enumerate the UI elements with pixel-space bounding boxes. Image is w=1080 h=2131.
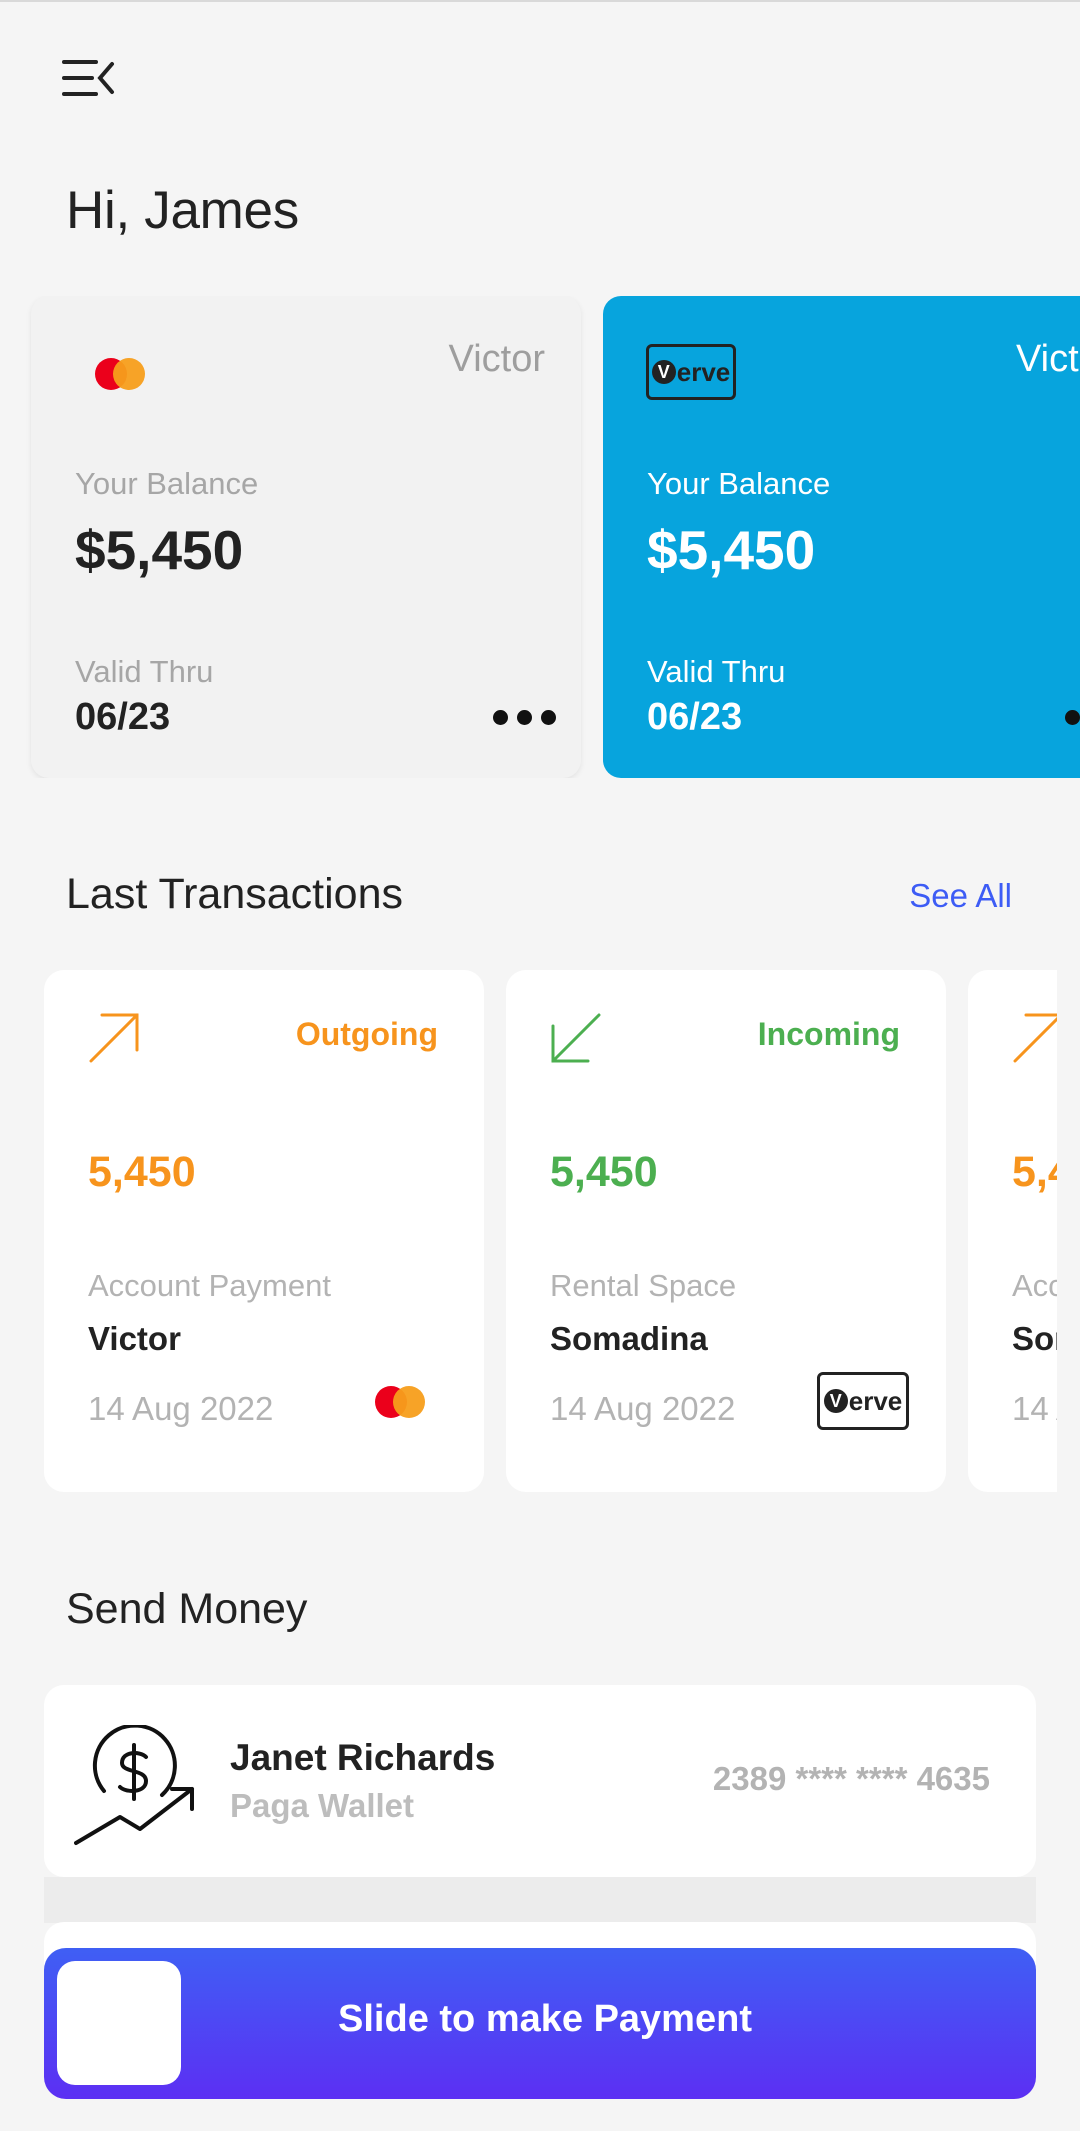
mastercard-logo-icon <box>95 358 145 390</box>
valid-thru-value: 06/23 <box>647 696 743 738</box>
slide-to-pay-slider[interactable]: Slide to make Payment <box>44 1948 1036 2099</box>
balance-label: Your Balance <box>647 466 831 501</box>
transaction-description: Account Payment <box>1012 1268 1057 1303</box>
greeting-title: Hi, James <box>66 181 299 240</box>
card-owner: Victor <box>1016 338 1080 380</box>
money-growth-icon <box>74 1725 194 1845</box>
transaction-type: Incoming <box>757 1016 900 1052</box>
balance-card[interactable]: Victor Your Balance $5,450 Valid Thru 06… <box>31 296 581 778</box>
transaction-date: 14 Aug 2022 <box>88 1390 274 1427</box>
transactions-title: Last Transactions <box>66 870 404 918</box>
balance-card-carousel[interactable]: Victor Your Balance $5,450 Valid Thru 06… <box>0 296 1080 778</box>
transaction-date: 14 Aug 2022 <box>550 1390 736 1427</box>
more-options-icon[interactable] <box>1065 710 1080 725</box>
transaction-date: 14 Aug 2022 <box>1012 1390 1057 1427</box>
valid-thru-value: 06/23 <box>75 696 171 738</box>
card-owner: Victor <box>448 338 545 380</box>
mastercard-logo-icon <box>375 1386 425 1418</box>
send-money-title: Send Money <box>66 1585 308 1633</box>
transaction-amount: 5,450 <box>88 1148 196 1196</box>
verve-logo-icon: Verve <box>646 344 736 400</box>
list-separator <box>44 1877 1036 1923</box>
status-divider <box>0 0 1080 2</box>
transaction-description: Rental Space <box>550 1268 737 1303</box>
transaction-card[interactable]: Outgoing 5,450 Account Payment Victor 14… <box>44 970 484 1492</box>
more-options-icon[interactable] <box>493 710 556 725</box>
see-all-link[interactable]: See All <box>909 877 1012 915</box>
arrow-up-right-icon <box>1013 1013 1057 1063</box>
recipient-card[interactable]: Janet Richards Paga Wallet 2389 **** ***… <box>44 1685 1036 1877</box>
transaction-party: Somadina <box>1012 1320 1057 1357</box>
transaction-amount: 5,450 <box>550 1148 658 1196</box>
menu-collapse-icon[interactable] <box>62 58 116 98</box>
recipient-wallet: Paga Wallet <box>230 1787 414 1824</box>
transaction-amount: 5,450 <box>1012 1148 1057 1196</box>
valid-thru-label: Valid Thru <box>75 654 214 689</box>
transaction-card[interactable]: Incoming 5,450 Rental Space Somadina 14 … <box>506 970 946 1492</box>
transaction-type: Outgoing <box>295 1016 438 1052</box>
transaction-card[interactable]: Outgoing 5,450 Account Payment Somadina … <box>968 970 1057 1492</box>
transactions-carousel[interactable]: Outgoing 5,450 Account Payment Victor 14… <box>44 970 1057 1492</box>
balance-value: $5,450 <box>647 519 816 581</box>
transaction-party: Somadina <box>550 1320 708 1357</box>
valid-thru-label: Valid Thru <box>647 654 786 689</box>
transaction-party: Victor <box>88 1320 181 1357</box>
balance-label: Your Balance <box>75 466 259 501</box>
recipient-account-number: 2389 **** **** 4635 <box>712 1760 990 1797</box>
balance-card[interactable]: Verve Victor Your Balance $5,450 Valid T… <box>603 296 1080 778</box>
arrow-up-right-icon <box>89 1013 139 1063</box>
verve-logo-icon: Verve <box>817 1372 909 1430</box>
arrow-down-left-icon <box>551 1013 601 1063</box>
transaction-description: Account Payment <box>88 1268 331 1303</box>
balance-value: $5,450 <box>75 519 244 581</box>
slider-label: Slide to make Payment <box>338 1998 752 2040</box>
recipient-name: Janet Richards <box>230 1737 496 1778</box>
